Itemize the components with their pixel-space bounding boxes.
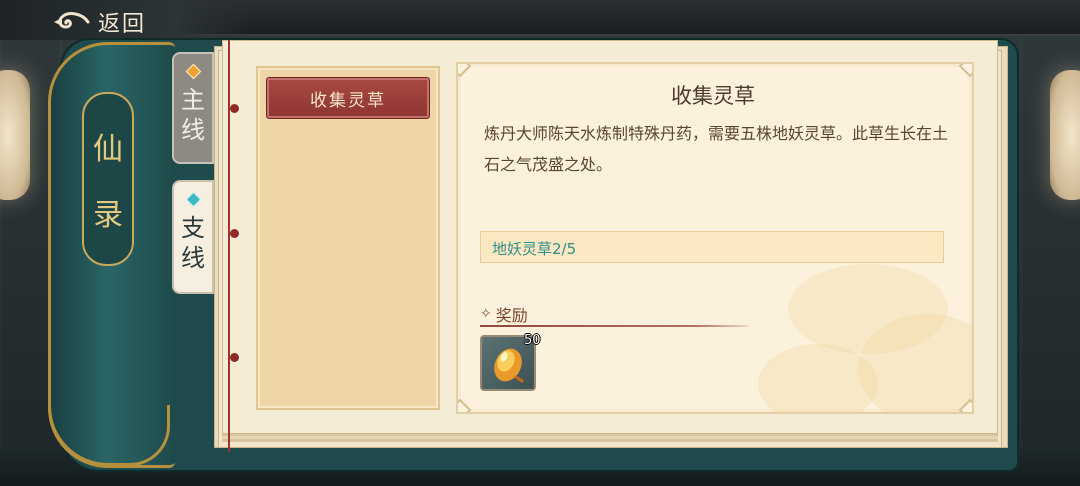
binding-thread (228, 40, 230, 452)
reward-divider (480, 325, 748, 327)
tab-label: 主线 (181, 86, 205, 144)
reward-label: 奖励 (495, 306, 528, 325)
quest-list-item[interactable]: 收集灵草 (266, 77, 430, 119)
objective-progress: 地妖灵草2/5 (492, 240, 577, 258)
back-button[interactable]: 返回 (52, 6, 146, 38)
cloud-decoration (758, 344, 878, 412)
book-title-plaque: 仙 录 (82, 92, 134, 266)
lantern-left (0, 70, 30, 200)
corner-ornament (458, 398, 472, 412)
quest-description: 炼丹大师陈天水炼制特殊丹药，需要五株地妖灵草。此草生长在土石之气茂盛之处。 (484, 124, 949, 174)
reward-count: 50 (524, 333, 541, 348)
quest-list-item-label: 收集灵草 (310, 90, 386, 111)
diamond-icon (185, 63, 201, 80)
lantern-right (1050, 70, 1080, 200)
cloud-swirl-back-icon (54, 12, 90, 29)
quest-title: 收集灵草 (671, 84, 755, 108)
book-title-char: 仙 (93, 132, 123, 167)
binding-knot (230, 229, 239, 238)
binding-knot (230, 353, 239, 362)
back-label: 返回 (98, 12, 147, 37)
tab-label: 支线 (181, 214, 205, 272)
sparkle-icon: ✧ (480, 306, 492, 322)
top-bar: 返回 (0, 0, 250, 40)
binding-knot (230, 104, 239, 113)
tab-main-quest[interactable]: 主线 (172, 52, 214, 164)
corner-ornament (958, 64, 972, 78)
reward-header: ✧ 奖励 (480, 302, 528, 326)
corner-ornament (458, 64, 472, 78)
diamond-icon (185, 191, 201, 208)
book-title-char: 录 (93, 198, 123, 233)
tab-side-quest[interactable]: 支线 (172, 180, 214, 294)
